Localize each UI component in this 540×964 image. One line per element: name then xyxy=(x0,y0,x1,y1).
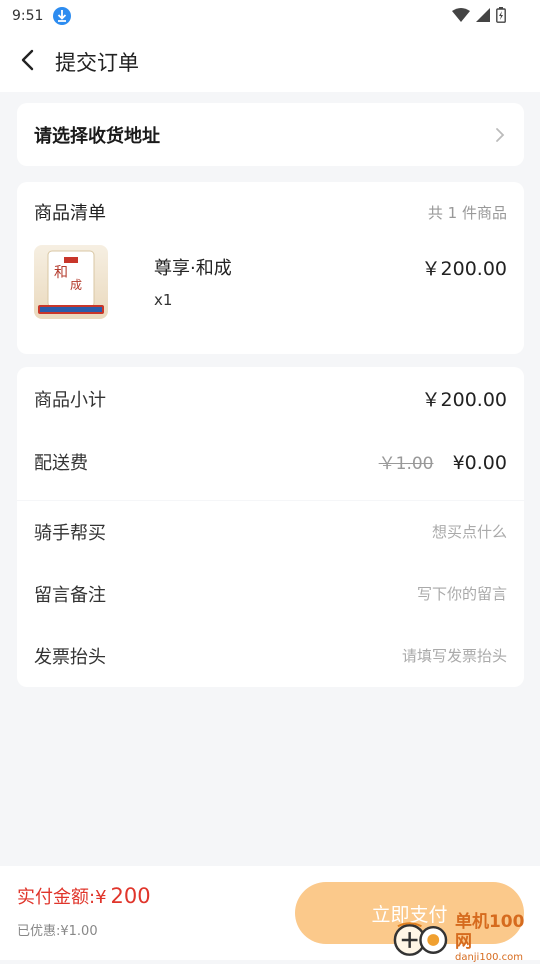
delivery-fee-original: ￥1.00 xyxy=(378,454,434,474)
status-bar: 9:51 xyxy=(0,0,540,32)
watermark-cn: 单机100网 xyxy=(454,912,525,952)
select-address-row[interactable]: 请选择收货地址 xyxy=(17,103,524,166)
product-price: ￥200.00 xyxy=(421,258,507,280)
rider-buy-input[interactable] xyxy=(287,523,507,541)
order-extras-card: 骑手帮买 留言备注 发票抬头 xyxy=(17,501,524,687)
invoice-row[interactable]: 发票抬头 xyxy=(34,625,507,687)
product-name: 尊享·和成 xyxy=(154,258,232,279)
subtotal-row: 商品小计 ￥200.00 xyxy=(34,367,507,430)
invoice-label: 发票抬头 xyxy=(34,647,106,668)
note-label: 留言备注 xyxy=(34,585,106,606)
chevron-left-icon xyxy=(20,49,34,75)
watermark-logo xyxy=(393,922,448,956)
invoice-input[interactable] xyxy=(287,647,507,665)
status-time: 9:51 xyxy=(12,8,44,24)
rider-buy-row[interactable]: 骑手帮买 xyxy=(34,501,507,563)
note-row[interactable]: 留言备注 xyxy=(34,563,507,625)
goods-list-title: 商品清单 xyxy=(34,203,106,224)
page-title: 提交订单 xyxy=(55,51,139,75)
delivery-fee-row: 配送费 ￥1.00 ¥0.00 xyxy=(34,430,507,493)
app-header: 提交订单 xyxy=(0,32,540,92)
subtotal-label: 商品小计 xyxy=(34,389,106,411)
chevron-right-icon xyxy=(493,125,507,145)
watermark-en: danji100.com xyxy=(454,952,523,963)
delivery-fee-label: 配送费 xyxy=(34,452,88,474)
signal-icon xyxy=(476,8,490,26)
goods-item[interactable]: 和 成 尊享·和成 x1 ￥200.00 xyxy=(34,242,507,322)
total-label: 实付金额:¥ xyxy=(17,887,107,908)
back-button[interactable] xyxy=(0,32,54,92)
goods-list-card: 商品清单 共 1 件商品 和 成 尊享·和成 x1 ￥200.00 xyxy=(17,182,524,354)
wifi-icon xyxy=(452,8,470,26)
goods-list-header: 商品清单 共 1 件商品 xyxy=(34,182,507,242)
rider-buy-label: 骑手帮买 xyxy=(34,523,106,544)
product-quantity: x1 xyxy=(154,291,173,309)
subtotal-value: ￥200.00 xyxy=(421,389,507,411)
battery-icon xyxy=(496,7,506,27)
svg-text:成: 成 xyxy=(70,278,82,292)
svg-text:和: 和 xyxy=(54,265,68,281)
discount-text: 已优惠:¥1.00 xyxy=(17,924,98,939)
delivery-fee-value: ¥0.00 xyxy=(452,452,507,474)
total-amount: 200 xyxy=(110,884,151,908)
download-icon xyxy=(53,7,72,25)
delivery-fee-values: ￥1.00 ¥0.00 xyxy=(379,449,507,474)
product-image: 和 成 xyxy=(34,245,108,319)
note-input[interactable] xyxy=(287,585,507,603)
site-watermark: 单机100网 danji100.com xyxy=(390,912,540,964)
total-payment: 实付金额:¥ 200 xyxy=(17,883,151,909)
price-summary-card: 商品小计 ￥200.00 配送费 ￥1.00 ¥0.00 xyxy=(17,367,524,500)
address-prompt: 请选择收货地址 xyxy=(34,125,160,147)
goods-count: 共 1 件商品 xyxy=(427,203,507,222)
